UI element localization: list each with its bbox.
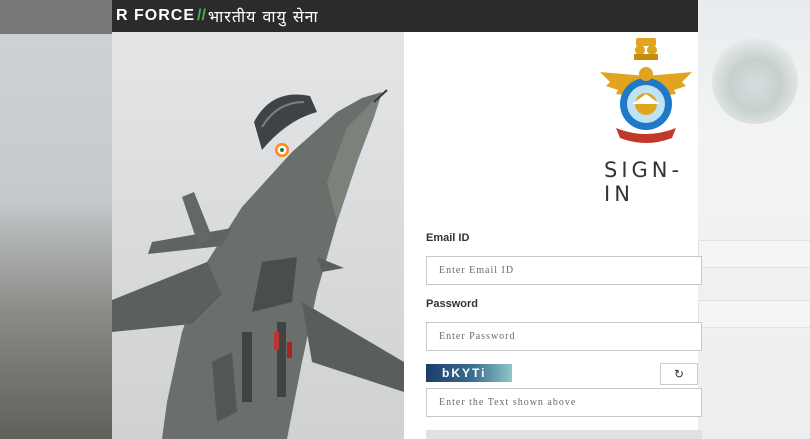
login-panel: SIGN-IN Email ID Password bKYTi ↻ bbox=[404, 32, 702, 439]
blurred-field bbox=[698, 240, 810, 268]
header-bar: R FORCE // भारतीय वायु सेना bbox=[112, 0, 698, 32]
refresh-icon: ↻ bbox=[673, 367, 685, 381]
email-label: Email ID bbox=[426, 232, 470, 244]
sign-in-title: SIGN-IN bbox=[604, 158, 684, 206]
blurred-emblem bbox=[712, 38, 798, 124]
captcha-image: bKYTi bbox=[426, 364, 512, 382]
password-input[interactable] bbox=[426, 322, 702, 351]
blurred-background-right bbox=[698, 0, 810, 439]
submit-button[interactable] bbox=[426, 430, 702, 439]
blurred-field bbox=[698, 300, 810, 328]
password-label: Password bbox=[426, 298, 478, 310]
fighter-jet-illustration bbox=[112, 89, 404, 439]
blurred-background-left bbox=[0, 0, 112, 439]
email-input[interactable] bbox=[426, 256, 702, 285]
captcha-input[interactable] bbox=[426, 388, 702, 417]
brand-name: R FORCE bbox=[116, 7, 195, 24]
fighter-jet-photo bbox=[112, 32, 404, 439]
air-force-emblem-icon bbox=[600, 38, 692, 143]
brand-separator: // bbox=[197, 7, 206, 24]
captcha-refresh-button[interactable]: ↻ bbox=[660, 363, 698, 385]
brand-hindi: भारतीय वायु सेना bbox=[207, 7, 319, 26]
